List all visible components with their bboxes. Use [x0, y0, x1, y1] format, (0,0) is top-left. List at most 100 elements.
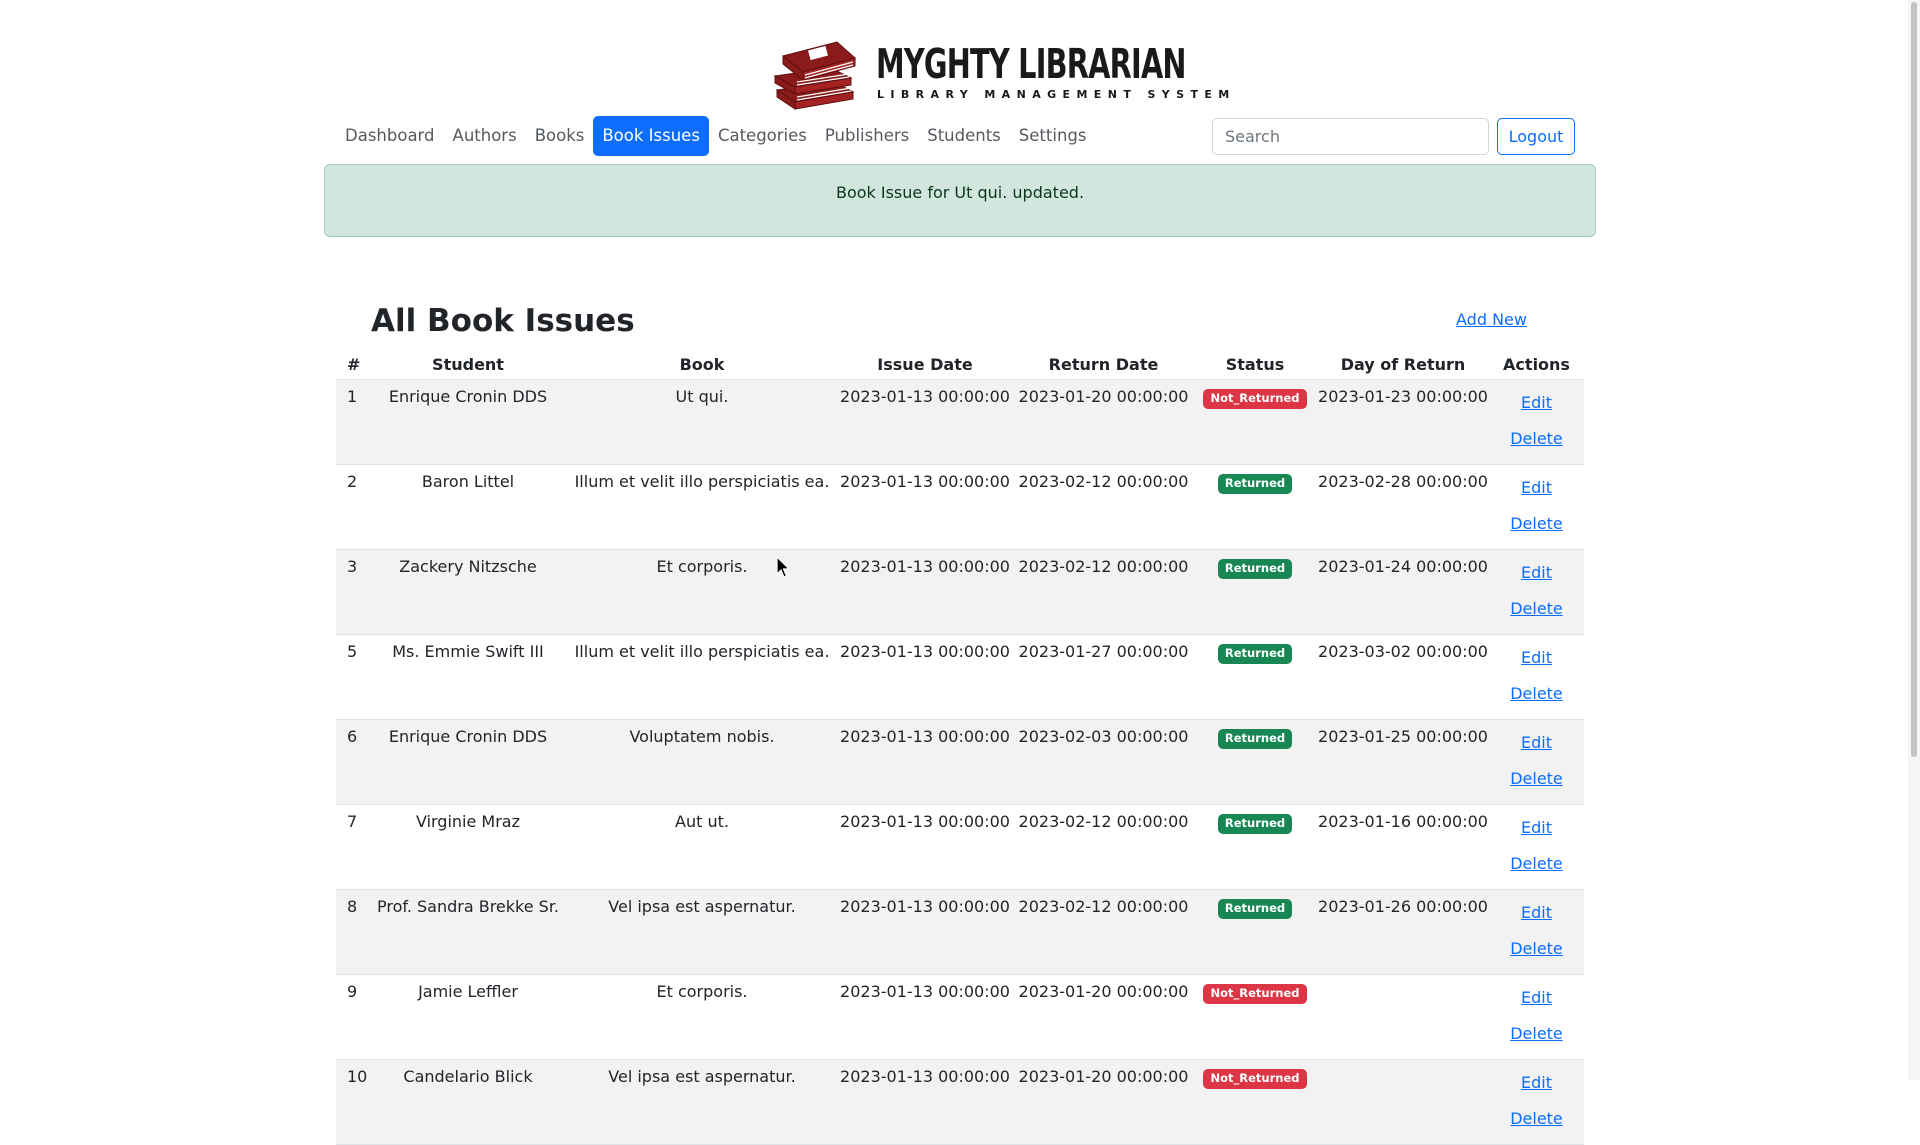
delete-link[interactable]: Delete	[1510, 854, 1563, 873]
book-title-cell: Aut ut.	[568, 804, 836, 890]
issue-date-cell: 2023-01-13 00:00:00	[836, 719, 1014, 805]
book-title: Illum et velit illo perspiciatis ea.	[574, 642, 830, 661]
return-date: 2023-02-12 00:00:00	[1018, 812, 1189, 831]
day-of-return-cell: 2023-01-16 00:00:00	[1317, 804, 1489, 890]
issue-date: 2023-01-13 00:00:00	[840, 472, 1010, 491]
status-badge: Not_Returned	[1203, 984, 1307, 1004]
edit-link[interactable]: Edit	[1521, 478, 1552, 497]
return-date-cell: 2023-02-12 00:00:00	[1014, 889, 1193, 975]
issue-date-cell: 2023-01-13 00:00:00	[836, 549, 1014, 635]
edit-link[interactable]: Edit	[1521, 903, 1552, 922]
student-name: Prof. Sandra Brekke Sr.	[376, 897, 560, 916]
return-date-cell: 2023-01-20 00:00:00	[1014, 379, 1193, 465]
book-title-cell: Ut qui.	[568, 379, 836, 465]
issue-date-cell: 2023-01-13 00:00:00	[836, 804, 1014, 890]
row-number: 6	[347, 727, 358, 746]
nav-publishers[interactable]: Publishers	[816, 116, 918, 156]
nav-students[interactable]: Students	[918, 116, 1010, 156]
row-number-cell: 9	[336, 974, 368, 1060]
delete-link[interactable]: Delete	[1510, 599, 1563, 618]
row-number: 5	[347, 642, 358, 661]
status-cell: Returned	[1193, 719, 1317, 805]
status-cell: Returned	[1193, 549, 1317, 635]
student-name-cell: Virginie Mraz	[368, 804, 568, 890]
status-badge: Not_Returned	[1203, 1069, 1307, 1089]
nav-categories[interactable]: Categories	[709, 116, 816, 156]
day-of-return	[1317, 975, 1489, 982]
status-cell: Returned	[1193, 634, 1317, 720]
status-cell: Not_Returned	[1193, 1059, 1317, 1145]
col-header: Day of Return	[1317, 349, 1489, 380]
book-issues-table: # Student Book Issue Date Return Date St…	[336, 349, 1584, 1145]
delete-link[interactable]: Delete	[1510, 429, 1563, 448]
book-title-cell: Et corporis.	[568, 549, 836, 635]
book-title: Voluptatem nobis.	[629, 727, 775, 746]
scrollbar-thumb[interactable]	[1911, 2, 1917, 757]
book-title: Vel ipsa est aspernatur.	[608, 897, 796, 916]
delete-link[interactable]: Delete	[1510, 514, 1563, 533]
logout-button[interactable]: Logout	[1497, 118, 1575, 155]
delete-link[interactable]: Delete	[1510, 684, 1563, 703]
status-badge: Not_Returned	[1203, 389, 1307, 409]
status-cell: Returned	[1193, 804, 1317, 890]
delete-link[interactable]: Delete	[1510, 1109, 1563, 1128]
edit-link[interactable]: Edit	[1521, 733, 1552, 752]
row-actions: Edit Delete	[1489, 890, 1584, 958]
day-of-return-cell	[1317, 974, 1489, 1060]
edit-link[interactable]: Edit	[1521, 818, 1552, 837]
nav-settings[interactable]: Settings	[1010, 116, 1096, 156]
status-cell: Returned	[1193, 889, 1317, 975]
return-date-cell: 2023-01-20 00:00:00	[1014, 974, 1193, 1060]
delete-link[interactable]: Delete	[1510, 1024, 1563, 1043]
student-name-cell: Baron Littel	[368, 464, 568, 550]
add-new-link[interactable]: Add New	[1456, 310, 1527, 329]
actions-cell: Edit Delete	[1489, 804, 1584, 890]
actions-cell: Edit Delete	[1489, 634, 1584, 720]
book-title: Et corporis.	[656, 557, 748, 576]
search-input[interactable]	[1212, 118, 1489, 155]
day-of-return-cell: 2023-01-23 00:00:00	[1317, 379, 1489, 465]
table-row: 1 Enrique Cronin DDS Ut qui. 2023-01-13 00:…	[336, 379, 1584, 465]
issue-date: 2023-01-13 00:00:00	[840, 557, 1010, 576]
day-of-return: 2023-01-16 00:00:00	[1318, 812, 1488, 831]
status-badge: Returned	[1217, 559, 1293, 579]
nav-book-issues[interactable]: Book Issues	[593, 116, 709, 156]
day-of-return: 2023-03-02 00:00:00	[1318, 642, 1488, 661]
day-of-return-cell: 2023-03-02 00:00:00	[1317, 634, 1489, 720]
book-title: Aut ut.	[675, 812, 729, 831]
actions-cell: Edit Delete	[1489, 549, 1584, 635]
book-title: Ut qui.	[675, 387, 729, 406]
row-actions: Edit Delete	[1489, 720, 1584, 788]
return-date-cell: 2023-01-20 00:00:00	[1014, 1059, 1193, 1145]
table-row: 10 Candelario Blick Vel ipsa est aspernatu…	[336, 1059, 1584, 1145]
edit-link[interactable]: Edit	[1521, 1073, 1552, 1092]
edit-link[interactable]: Edit	[1521, 393, 1552, 412]
return-date: 2023-01-20 00:00:00	[1018, 387, 1189, 406]
nav-authors[interactable]: Authors	[444, 116, 526, 156]
nav-dashboard[interactable]: Dashboard	[336, 116, 444, 156]
status-cell: Not_Returned	[1193, 379, 1317, 465]
row-number: 8	[347, 897, 358, 916]
row-number-cell: 8	[336, 889, 368, 975]
col-header: Actions	[1489, 349, 1584, 380]
issue-date-cell: 2023-01-13 00:00:00	[836, 889, 1014, 975]
status-cell: Returned	[1193, 464, 1317, 550]
col-header: #	[336, 349, 368, 380]
edit-link[interactable]: Edit	[1521, 563, 1552, 582]
mouse-cursor-icon	[776, 556, 791, 578]
edit-link[interactable]: Edit	[1521, 988, 1552, 1007]
page-scrollbar[interactable]	[1908, 0, 1920, 1080]
actions-cell: Edit Delete	[1489, 379, 1584, 465]
col-header: Book	[568, 349, 836, 380]
return-date: 2023-02-12 00:00:00	[1018, 557, 1189, 576]
row-number: 10	[347, 1067, 368, 1086]
day-of-return-cell: 2023-01-24 00:00:00	[1317, 549, 1489, 635]
nav-books[interactable]: Books	[526, 116, 594, 156]
edit-link[interactable]: Edit	[1521, 648, 1552, 667]
day-of-return: 2023-01-23 00:00:00	[1318, 387, 1488, 406]
delete-link[interactable]: Delete	[1510, 769, 1563, 788]
row-number: 9	[347, 982, 358, 1001]
delete-link[interactable]: Delete	[1510, 939, 1563, 958]
table-row: 2 Baron Littel Illum et velit illo perspic…	[336, 464, 1584, 550]
page: Myghty Librarian LIBRARY MANAGEMENT SYST…	[0, 0, 1920, 1145]
